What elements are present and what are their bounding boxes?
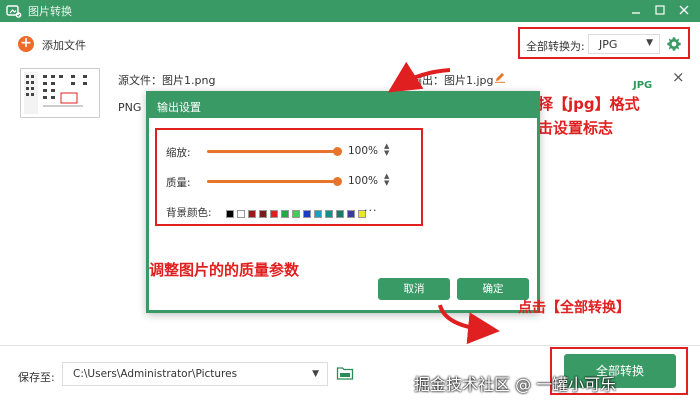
- color-swatch[interactable]: [292, 210, 300, 218]
- color-swatch[interactable]: [314, 210, 322, 218]
- dialog-title: 输出设置: [157, 101, 201, 114]
- more-colors-button[interactable]: ···: [364, 204, 378, 217]
- scale-slider[interactable]: [207, 150, 337, 153]
- bg-color-label: 背景颜色:: [166, 207, 212, 219]
- source-format-label: PNG: [118, 101, 142, 114]
- add-file-button[interactable]: 添加文件: [42, 37, 86, 53]
- convert-all-to-label: 全部转换为:: [526, 40, 585, 53]
- quality-label: 质量:: [166, 177, 191, 189]
- thumbnail-preview-image: [21, 69, 99, 117]
- quality-stepper-icon[interactable]: ▲ ▼: [384, 173, 389, 187]
- color-swatch[interactable]: [226, 210, 234, 218]
- bottom-divider: [0, 345, 700, 346]
- window-title: 图片转换: [28, 5, 72, 18]
- color-swatch[interactable]: [347, 210, 355, 218]
- source-file-label: 源文件：图片1.png: [118, 74, 216, 87]
- watermark: 掘金技术社区 @ 一罐小可乐: [414, 375, 617, 394]
- scale-value[interactable]: 100%: [348, 145, 378, 157]
- add-file-icon[interactable]: +: [18, 36, 34, 52]
- folder-icon[interactable]: [336, 364, 354, 382]
- dialog-header: 输出设置: [149, 94, 537, 118]
- color-swatch[interactable]: [237, 210, 245, 218]
- cancel-button[interactable]: 取消: [378, 278, 450, 300]
- quality-slider-handle[interactable]: [333, 177, 342, 186]
- minimize-icon[interactable]: [626, 2, 646, 20]
- scale-slider-handle[interactable]: [333, 147, 342, 156]
- color-swatch[interactable]: [248, 210, 256, 218]
- chevron-down-icon: ▼: [312, 369, 319, 379]
- scale-stepper-icon[interactable]: ▲ ▼: [384, 143, 389, 157]
- file-thumbnail: [20, 68, 100, 118]
- output-settings-dialog: 输出设置 缩放: 100% ▲ ▼ 质量: 100% ▲ ▼ 背景颜色: ··· 调…: [146, 91, 540, 313]
- app-logo-icon: [6, 5, 22, 18]
- quality-value[interactable]: 100%: [348, 175, 378, 187]
- edit-icon[interactable]: [494, 71, 506, 83]
- color-swatch[interactable]: [336, 210, 344, 218]
- color-swatch[interactable]: [259, 210, 267, 218]
- annotation-adjust-quality: 调整图片的的质量参数: [149, 261, 300, 279]
- close-icon[interactable]: [674, 2, 694, 20]
- annotation-click-convert-all: 点击【全部转换】: [518, 300, 630, 316]
- scale-label: 缩放:: [166, 147, 191, 159]
- color-swatch[interactable]: [325, 210, 333, 218]
- quality-slider[interactable]: [207, 180, 337, 183]
- save-to-label: 保存至:: [18, 371, 55, 384]
- format-select-value: JPG: [599, 38, 618, 51]
- output-file-label: 输出：图片1.jpg: [411, 74, 494, 87]
- format-select[interactable]: JPG ▼: [588, 34, 660, 54]
- bg-color-swatches: [226, 210, 386, 220]
- gear-icon[interactable]: [666, 36, 682, 52]
- title-bar: 图片转换: [0, 0, 700, 22]
- chevron-down-icon: ▼: [646, 38, 653, 48]
- maximize-icon[interactable]: [650, 2, 670, 20]
- app-window: 图片转换 + 添加文件 全部转换为: JPG ▼ 源文件：图片1.png PNG…: [0, 0, 700, 407]
- save-path-value: C:\Users\Administrator\Pictures: [73, 368, 238, 380]
- color-swatch[interactable]: [303, 210, 311, 218]
- remove-file-icon[interactable]: ×: [672, 68, 685, 86]
- color-swatch[interactable]: [281, 210, 289, 218]
- save-path-select[interactable]: C:\Users\Administrator\Pictures ▼: [62, 362, 328, 386]
- color-swatch[interactable]: [270, 210, 278, 218]
